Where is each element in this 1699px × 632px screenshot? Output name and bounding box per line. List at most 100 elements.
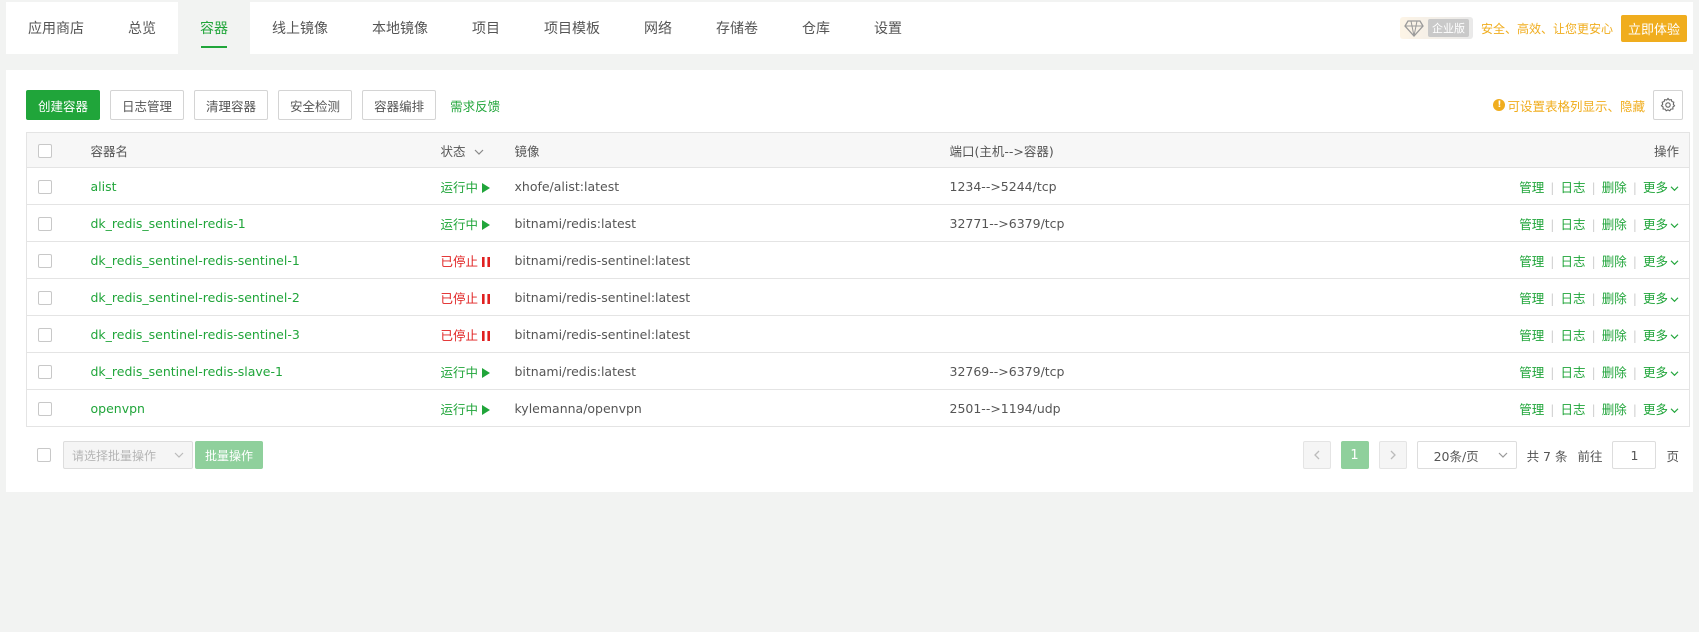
current-page[interactable]: 1 <box>1340 441 1369 469</box>
more-dropdown[interactable]: 更多 <box>1643 365 1679 380</box>
footer-select-all-checkbox[interactable] <box>37 448 51 462</box>
container-orchestration-button[interactable]: 容器编排 <box>362 90 437 120</box>
container-name-link[interactable]: dk_redis_sentinel-redis-sentinel-1 <box>91 253 300 268</box>
manage-link[interactable]: 管理 <box>1519 254 1544 269</box>
separator: | <box>1591 327 1596 343</box>
manage-link[interactable]: 管理 <box>1519 217 1544 232</box>
more-label: 更多 <box>1642 253 1668 269</box>
security-check-button[interactable]: 安全检测 <box>278 90 353 120</box>
log-link[interactable]: 日志 <box>1561 254 1586 269</box>
delete-link[interactable]: 删除 <box>1602 402 1627 417</box>
status-cell[interactable]: 运行中 <box>440 352 515 390</box>
log-link[interactable]: 日志 <box>1561 402 1586 417</box>
delete-link[interactable]: 删除 <box>1602 328 1627 343</box>
prev-page-button[interactable] <box>1302 441 1331 469</box>
delete-link[interactable]: 删除 <box>1602 291 1627 306</box>
header-name[interactable]: 容器名 <box>90 132 441 168</box>
more-dropdown[interactable]: 更多 <box>1643 180 1679 195</box>
more-dropdown[interactable]: 更多 <box>1643 328 1679 343</box>
more-dropdown[interactable]: 更多 <box>1643 217 1679 232</box>
log-link[interactable]: 日志 <box>1561 217 1586 232</box>
page-size-select[interactable]: 20条/页 <box>1416 441 1517 469</box>
next-page-button[interactable] <box>1378 441 1407 469</box>
container-name-link[interactable]: dk_redis_sentinel-redis-sentinel-3 <box>91 327 300 342</box>
delete-link[interactable]: 删除 <box>1602 254 1627 269</box>
table-row: alist 运行中 xhofe/alist:latest 1234-->5244/tc… <box>26 167 1690 205</box>
image-cell: bitnami/redis-sentinel:latest <box>514 278 950 316</box>
log-link[interactable]: 日志 <box>1561 291 1586 306</box>
status-cell[interactable]: 运行中 <box>440 204 515 242</box>
status-cell[interactable]: 已停止 <box>440 315 515 353</box>
nav-tab-8[interactable]: 存储卷 <box>694 2 780 54</box>
log-link[interactable]: 日志 <box>1561 328 1586 343</box>
column-settings-hint[interactable]: ! 可设置表格列显示、隐藏 <box>1493 96 1645 115</box>
separator: | <box>1632 179 1637 195</box>
nav-tab-0[interactable]: 应用商店 <box>6 2 106 54</box>
status-text: 已停止 <box>440 253 479 269</box>
manage-link[interactable]: 管理 <box>1519 328 1544 343</box>
row-checkbox[interactable] <box>38 179 52 194</box>
nav-tab-7[interactable]: 网络 <box>622 2 694 54</box>
manage-link[interactable]: 管理 <box>1519 402 1544 417</box>
batch-operation-button[interactable]: 批量操作 <box>195 441 264 469</box>
separator: | <box>1591 179 1596 195</box>
nav-tab-5[interactable]: 项目 <box>450 2 522 54</box>
container-name-link[interactable]: openvpn <box>91 401 145 416</box>
log-management-button[interactable]: 日志管理 <box>110 90 185 120</box>
top-navigation: 应用商店 总览 容器 线上镜像 本地镜像 项目 项目模板 网络 存储卷 仓库 设置 企业版 安全、高… <box>6 2 1693 54</box>
nav-tab-10[interactable]: 设置 <box>852 2 924 54</box>
status-cell[interactable]: 运行中 <box>440 389 515 427</box>
try-now-button[interactable]: 立即体验 <box>1620 14 1687 42</box>
create-container-button[interactable]: 创建容器 <box>26 90 101 120</box>
container-name-cell: dk_redis_sentinel-redis-sentinel-1 <box>90 241 441 279</box>
log-link[interactable]: 日志 <box>1561 180 1586 195</box>
manage-link[interactable]: 管理 <box>1519 180 1544 195</box>
more-dropdown[interactable]: 更多 <box>1643 254 1679 269</box>
separator: | <box>1550 290 1555 306</box>
goto-prefix: 前往 <box>1577 448 1603 464</box>
select-all-checkbox[interactable] <box>38 143 52 158</box>
row-select-cell <box>26 315 91 353</box>
container-name-cell: dk_redis_sentinel-redis-sentinel-2 <box>90 278 441 316</box>
nav-tab-6[interactable]: 项目模板 <box>522 2 622 54</box>
ports-cell: 32771-->6379/tcp <box>949 204 1400 242</box>
delete-link[interactable]: 删除 <box>1602 180 1627 195</box>
container-name-link[interactable]: dk_redis_sentinel-redis-sentinel-2 <box>91 290 300 305</box>
clean-containers-button[interactable]: 清理容器 <box>194 90 269 120</box>
log-link[interactable]: 日志 <box>1561 365 1586 380</box>
more-dropdown[interactable]: 更多 <box>1643 402 1679 417</box>
row-checkbox[interactable] <box>38 327 52 342</box>
row-checkbox[interactable] <box>38 253 52 268</box>
separator: | <box>1632 216 1637 232</box>
goto-page-input[interactable] <box>1612 441 1657 469</box>
nav-tab-4[interactable]: 本地镜像 <box>350 2 450 54</box>
manage-link[interactable]: 管理 <box>1519 291 1544 306</box>
toolbar-right: ! 可设置表格列显示、隐藏 <box>1493 90 1683 120</box>
nav-tab-3[interactable]: 线上镜像 <box>250 2 350 54</box>
delete-link[interactable]: 删除 <box>1602 217 1627 232</box>
more-label: 更多 <box>1642 364 1668 380</box>
nav-tab-9[interactable]: 仓库 <box>780 2 852 54</box>
row-checkbox[interactable] <box>38 364 52 379</box>
container-name-link[interactable]: alist <box>91 179 117 194</box>
feedback-link[interactable]: 需求反馈 <box>446 96 500 115</box>
container-name-link[interactable]: dk_redis_sentinel-redis-slave-1 <box>91 364 283 379</box>
row-select-cell <box>26 352 91 390</box>
batch-operation-select[interactable]: 请选择批量操作 <box>63 441 193 469</box>
status-cell[interactable]: 已停止 <box>440 241 515 279</box>
manage-link[interactable]: 管理 <box>1519 365 1544 380</box>
header-status[interactable]: 状态 <box>440 132 515 168</box>
column-settings-button[interactable] <box>1653 90 1683 120</box>
header-actions: 操作 <box>1399 132 1690 168</box>
more-dropdown[interactable]: 更多 <box>1643 291 1679 306</box>
container-name-link[interactable]: dk_redis_sentinel-redis-1 <box>91 216 246 231</box>
enterprise-badge[interactable]: 企业版 <box>1399 17 1473 39</box>
delete-link[interactable]: 删除 <box>1602 365 1627 380</box>
status-cell[interactable]: 运行中 <box>440 167 515 205</box>
status-cell[interactable]: 已停止 <box>440 278 515 316</box>
row-checkbox[interactable] <box>38 401 52 416</box>
nav-tab-2[interactable]: 容器 <box>178 2 250 54</box>
row-checkbox[interactable] <box>38 216 52 231</box>
nav-tab-1[interactable]: 总览 <box>106 2 178 54</box>
row-checkbox[interactable] <box>38 290 52 305</box>
